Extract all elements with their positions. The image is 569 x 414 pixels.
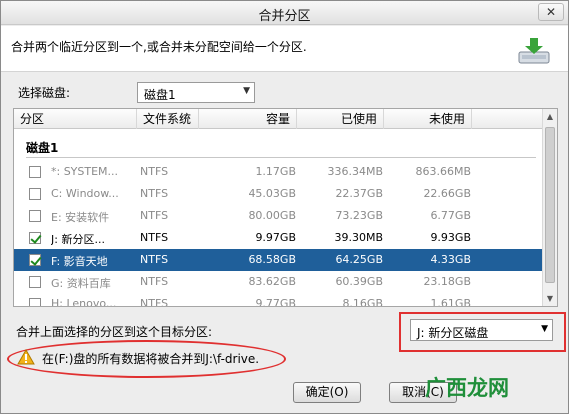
- title-bar: 合并分区 ✕: [1, 1, 568, 25]
- used-cell: 60.39GB: [335, 275, 383, 288]
- partition-checkbox[interactable]: [29, 210, 41, 222]
- filesystem-cell: NTFS: [140, 275, 169, 288]
- watermark-text: 广西龙网: [425, 376, 509, 400]
- used-cell: 73.23GB: [335, 209, 383, 222]
- group-divider: [26, 157, 536, 158]
- disk-group-label: 磁盘1: [26, 141, 59, 155]
- capacity-cell: 80.00GB: [248, 209, 296, 222]
- disk-select-label: 选择磁盘:: [18, 86, 71, 100]
- capacity-cell: 68.58GB: [248, 253, 296, 266]
- used-cell: 8.16GB: [342, 297, 383, 307]
- free-cell: 23.18GB: [423, 275, 471, 288]
- scroll-down-icon[interactable]: ▼: [543, 291, 557, 306]
- free-cell: 9.93GB: [430, 231, 471, 244]
- table-header: 分区 文件系统 容量 已使用 未使用: [14, 109, 544, 129]
- merge-disk-icon: [518, 38, 550, 64]
- free-cell: 863.66MB: [415, 165, 471, 178]
- partition-checkbox[interactable]: [29, 232, 41, 244]
- partition-name-cell: H: Lenovo...: [51, 297, 117, 307]
- chevron-down-icon: ▼: [243, 86, 250, 96]
- used-cell: 39.30MB: [334, 231, 383, 244]
- target-partition-select[interactable]: J: 新分区磁盘 ▼: [410, 319, 553, 341]
- capacity-cell: 9.97GB: [255, 231, 296, 244]
- free-cell: 22.66GB: [423, 187, 471, 200]
- free-cell: 1.61GB: [430, 297, 471, 307]
- scrollbar-thumb[interactable]: [545, 127, 555, 283]
- filesystem-cell: NTFS: [140, 231, 169, 244]
- table-row[interactable]: J: 新分区... NTFS 9.97GB 39.30MB 9.93GB: [14, 227, 544, 249]
- ok-button[interactable]: 确定(O): [293, 382, 361, 403]
- table-row[interactable]: E: 安装软件 NTFS 80.00GB 73.23GB 6.77GB: [14, 205, 544, 227]
- warning-icon: [17, 349, 35, 365]
- column-header-filesystem[interactable]: 文件系统: [137, 109, 199, 129]
- merge-target-label: 合并上面选择的分区到这个目标分区:: [16, 325, 213, 339]
- header-band: 合并两个临近分区到一个,或合并未分配空间给一个分区.: [1, 26, 568, 72]
- chevron-down-icon: ▼: [541, 324, 548, 334]
- partition-name-cell: *: SYSTEM...: [51, 165, 119, 178]
- filesystem-cell: NTFS: [140, 209, 169, 222]
- close-button[interactable]: ✕: [538, 3, 564, 21]
- header-description: 合并两个临近分区到一个,或合并未分配空间给一个分区.: [11, 40, 307, 54]
- partition-checkbox[interactable]: [29, 254, 41, 266]
- filesystem-cell: NTFS: [140, 187, 169, 200]
- disk-select[interactable]: 磁盘1 ▼: [137, 82, 255, 103]
- column-header-used[interactable]: 已使用: [297, 109, 384, 129]
- table-row[interactable]: G: 资料百库 NTFS 83.62GB 60.39GB 23.18GB: [14, 271, 544, 293]
- partition-table: 分区 文件系统 容量 已使用 未使用 磁盘1 *: SYSTEM... NTFS 1…: [13, 108, 558, 307]
- partition-checkbox[interactable]: [29, 188, 41, 200]
- capacity-cell: 1.17GB: [255, 165, 296, 178]
- partition-name-cell: E: 安装软件: [51, 211, 110, 224]
- column-header-partition[interactable]: 分区: [14, 109, 137, 129]
- column-header-free[interactable]: 未使用: [384, 109, 472, 129]
- capacity-cell: 9.77GB: [255, 297, 296, 307]
- target-partition-value: J: 新分区磁盘: [417, 326, 489, 340]
- capacity-cell: 45.03GB: [248, 187, 296, 200]
- used-cell: 22.37GB: [335, 187, 383, 200]
- partition-name-cell: F: 影音天地: [51, 255, 108, 268]
- partition-checkbox[interactable]: [29, 276, 41, 288]
- table-row[interactable]: C: Window... NTFS 45.03GB 22.37GB 22.66GB: [14, 183, 544, 205]
- capacity-cell: 83.62GB: [248, 275, 296, 288]
- table-row[interactable]: H: Lenovo... NTFS 9.77GB 8.16GB 1.61GB: [14, 293, 544, 307]
- filesystem-cell: NTFS: [140, 253, 169, 266]
- used-cell: 64.25GB: [335, 253, 383, 266]
- column-header-capacity[interactable]: 容量: [199, 109, 297, 129]
- partition-checkbox[interactable]: [29, 166, 41, 178]
- warning-text: 在(F:)盘的所有数据将被合并到J:\f-drive.: [42, 352, 260, 366]
- used-cell: 336.34MB: [327, 165, 383, 178]
- table-row[interactable]: F: 影音天地 NTFS 68.58GB 64.25GB 4.33GB: [14, 249, 544, 271]
- free-cell: 6.77GB: [430, 209, 471, 222]
- window-title: 合并分区: [258, 9, 311, 24]
- vertical-scrollbar[interactable]: ▲ ▼: [542, 109, 557, 306]
- merge-partition-dialog: 合并分区 ✕ 合并两个临近分区到一个,或合并未分配空间给一个分区. 选择磁盘: …: [0, 0, 569, 414]
- free-cell: 4.33GB: [430, 253, 471, 266]
- filesystem-cell: NTFS: [140, 165, 169, 178]
- partition-name-cell: J: 新分区...: [51, 233, 105, 246]
- partition-name-cell: C: Window...: [51, 187, 119, 200]
- filesystem-cell: NTFS: [140, 297, 169, 307]
- scroll-up-icon[interactable]: ▲: [543, 109, 557, 124]
- partition-checkbox[interactable]: [29, 298, 41, 306]
- partition-name-cell: G: 资料百库: [51, 277, 111, 290]
- disk-select-value: 磁盘1: [144, 88, 176, 102]
- table-row[interactable]: *: SYSTEM... NTFS 1.17GB 336.34MB 863.66MB: [14, 161, 544, 183]
